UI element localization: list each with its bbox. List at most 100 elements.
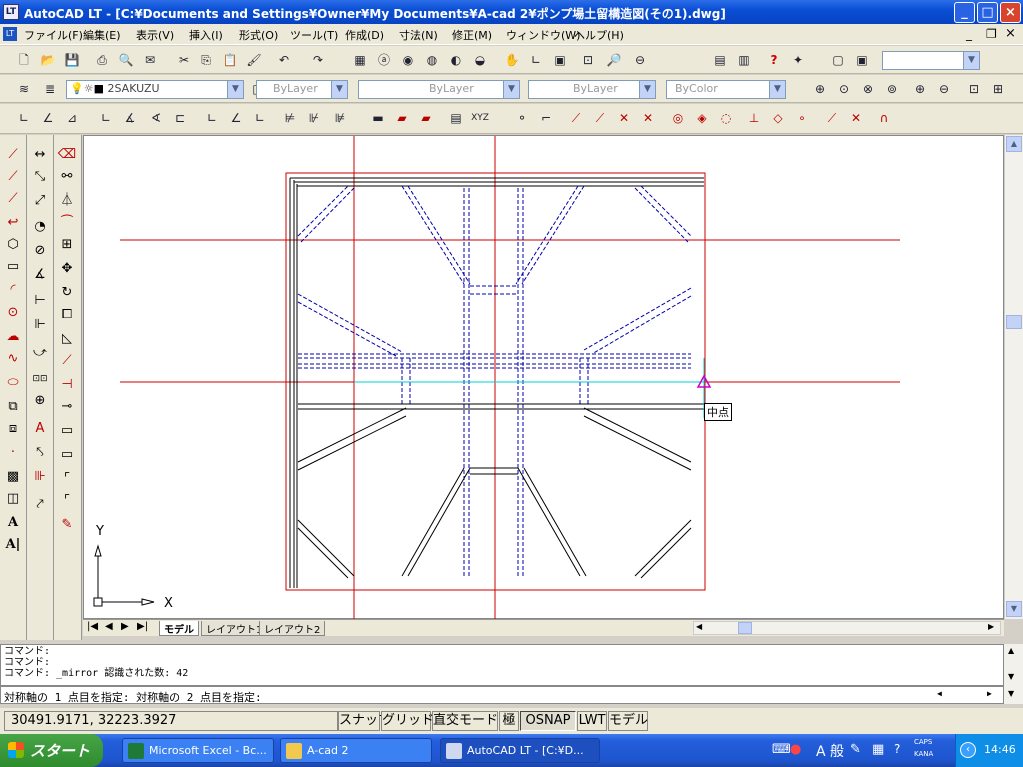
erase-icon[interactable]: ⌫ <box>57 145 77 165</box>
model-toggle[interactable]: モデル <box>608 711 648 731</box>
dim-style-icon[interactable]: ⤤ <box>30 495 50 515</box>
zoom-window-icon[interactable]: ⊡ <box>578 50 598 70</box>
menu-file[interactable]: ファイル(F) <box>24 27 83 43</box>
dim-angular-icon[interactable]: ∡ <box>30 265 50 285</box>
markup-icon[interactable]: ◒ <box>470 50 490 70</box>
spline-icon[interactable]: ∿ <box>3 349 23 369</box>
print-preview-icon[interactable]: 🔍 <box>116 50 136 70</box>
scroll-right-arrow-icon[interactable]: ▶ <box>987 689 992 698</box>
ucs-icon[interactable]: ∟ <box>526 50 546 70</box>
chevron-down-icon[interactable]: ▼ <box>503 81 519 98</box>
dim-style-icon[interactable]: ▰ <box>416 108 436 128</box>
lwt-toggle[interactable]: LWT <box>577 711 607 731</box>
zoom-in-icon[interactable]: ⊕ <box>910 79 930 99</box>
doc-minimize-button[interactable]: _ <box>966 27 972 41</box>
taskbar-item-excel[interactable]: Microsoft Excel - Bc... <box>122 738 274 763</box>
ime-mode[interactable]: A 般 <box>816 741 844 761</box>
snap-center-icon[interactable]: ◎ <box>668 108 688 128</box>
command-input[interactable]: 対称軸の 1 点目を指定: 対称軸の 2 点目を指定: ◀ ▶ <box>0 686 1004 704</box>
leader-icon[interactable]: ∟ <box>250 108 270 128</box>
snap-apparent-icon[interactable]: ✕ <box>638 108 658 128</box>
zoom-out-icon[interactable]: ⊖ <box>934 79 954 99</box>
taskbar-item-autocad[interactable]: AutoCAD LT - [C:¥D... <box>440 738 600 763</box>
tab-last-arrow-icon[interactable]: ▶| <box>137 621 148 632</box>
tab-next-arrow-icon[interactable]: ▶ <box>121 621 129 632</box>
osnap-settings-icon[interactable]: ∩ <box>874 108 894 128</box>
dim-aligned-icon[interactable]: ⤡ <box>30 167 50 187</box>
snap-toggle[interactable]: スナップ <box>338 711 391 731</box>
viewport-icon[interactable]: ▢ <box>828 50 848 70</box>
autocad-app-icon[interactable]: LT <box>3 4 19 20</box>
coordinate-readout[interactable]: 30491.9171, 32223.3927 <box>4 711 338 731</box>
dim-radius-icon[interactable]: ◔ <box>30 217 50 237</box>
scroll-thumb[interactable] <box>1006 315 1022 329</box>
color-combo[interactable]: ByLayer ▼ <box>256 80 348 99</box>
snap-insert-icon[interactable]: ◇ <box>768 108 788 128</box>
dim-linear-icon[interactable]: ↔ <box>30 145 50 165</box>
make-block-icon[interactable]: ⧈ <box>3 419 23 439</box>
chevron-down-icon[interactable]: ▼ <box>227 81 243 98</box>
stretch-icon[interactable]: ◺ <box>57 329 77 349</box>
scroll-left-arrow-icon[interactable]: ◀ <box>937 689 942 698</box>
break-icon[interactable]: ▭ <box>57 421 77 441</box>
scroll-left-arrow-icon[interactable]: ◀ <box>696 622 702 631</box>
rotate-icon[interactable]: ↻ <box>57 283 77 303</box>
move-icon[interactable]: ✥ <box>57 259 77 279</box>
arc-icon[interactable]: ◜ <box>3 280 23 300</box>
menu-edit[interactable]: 編集(E) <box>83 27 121 43</box>
tab-layout2[interactable]: レイアウト2 <box>259 621 326 636</box>
layer-combo[interactable]: 💡☼■ 2SAKUZU ▼ <box>66 80 244 99</box>
new-file-icon[interactable]: 🗋 <box>14 50 34 70</box>
prompt-scroll[interactable]: ▼ <box>1004 686 1023 704</box>
drawing-area[interactable]: Y X 中点 <box>83 135 1005 620</box>
mtext-icon[interactable]: A <box>3 513 23 533</box>
chevron-down-icon[interactable]: ▼ <box>639 81 655 98</box>
menu-tools[interactable]: ツール(T) <box>290 27 338 43</box>
menu-insert[interactable]: 挿入(I) <box>189 27 223 43</box>
command-history[interactable]: コマンド: コマンド: コマンド: _mirror 認識された数: 42 <box>0 644 1004 686</box>
join-icon[interactable]: ▭ <box>57 445 77 465</box>
web-icon[interactable]: ◉ <box>398 50 418 70</box>
chevron-down-icon[interactable]: ▼ <box>769 81 785 98</box>
zoom-center-icon[interactable]: ⊚ <box>882 79 902 99</box>
drawing-svg[interactable] <box>84 136 1005 620</box>
paste-icon[interactable]: 📋 <box>220 50 240 70</box>
snap-from-icon[interactable]: ⌐ <box>536 108 556 128</box>
menu-view[interactable]: 表示(V) <box>136 27 174 43</box>
globe-icon[interactable]: ◐ <box>446 50 466 70</box>
angular-dim-icon[interactable]: ∢ <box>146 108 166 128</box>
tab-first-arrow-icon[interactable]: |◀ <box>87 621 98 632</box>
display-icon[interactable]: ▣ <box>852 50 872 70</box>
today-icon[interactable]: ◍ <box>422 50 442 70</box>
redo-icon[interactable]: ↷ <box>308 50 328 70</box>
ordinate-dim-icon[interactable]: ⊿ <box>62 108 82 128</box>
center-mark-icon[interactable]: ⊮ <box>304 108 324 128</box>
fillet-icon[interactable]: ⌜ <box>57 491 77 511</box>
snap-midpoint-icon[interactable]: ⟋ <box>590 108 610 128</box>
snap-node-icon[interactable]: ∘ <box>792 108 812 128</box>
dim-update-icon[interactable]: ▰ <box>392 108 412 128</box>
save-icon[interactable]: 💾 <box>62 50 82 70</box>
scroll-right-arrow-icon[interactable]: ▶ <box>988 622 994 631</box>
continue-dim-icon[interactable]: ∠ <box>226 108 246 128</box>
dim-edit-icon[interactable]: ⊯ <box>330 108 350 128</box>
tab-prev-arrow-icon[interactable]: ◀ <box>105 621 113 632</box>
qdim-icon[interactable]: ⊢ <box>30 291 50 311</box>
mirror-icon[interactable]: ⏃ <box>57 191 77 211</box>
center-mark-icon[interactable]: ⊕ <box>30 391 50 411</box>
point-icon[interactable]: · <box>3 443 23 463</box>
aligned-dim-icon[interactable]: ∠ <box>38 108 58 128</box>
ellipse-icon[interactable]: ⬭ <box>3 373 23 393</box>
ime-tool-icon[interactable]: ✎ <box>850 742 861 757</box>
chevron-down-icon[interactable]: ▼ <box>963 52 979 69</box>
design-center-icon[interactable]: ▦ <box>350 50 370 70</box>
layer-manager-icon[interactable]: ≋ <box>14 79 34 99</box>
chamfer-icon[interactable]: ⌜ <box>57 469 77 489</box>
document-icon[interactable]: LT <box>3 27 17 41</box>
publish-icon[interactable]: ✉ <box>140 50 160 70</box>
hyperlink-icon[interactable]: ⓐ <box>374 50 394 70</box>
chevron-left-icon[interactable]: ‹ <box>960 742 976 758</box>
text-icon[interactable]: ▤ <box>446 108 466 128</box>
ortho-toggle[interactable]: 直交モード <box>432 711 498 731</box>
cut-icon[interactable]: ✂ <box>174 50 194 70</box>
